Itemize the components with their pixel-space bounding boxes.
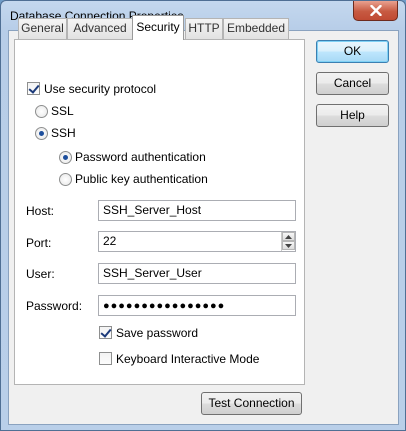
user-label: User:	[26, 267, 55, 281]
port-increment-button[interactable]	[282, 232, 295, 241]
password-input[interactable]: ●●●●●●●●●●●●●●●●	[98, 295, 296, 316]
port-input[interactable]: 22	[98, 231, 296, 252]
tab-advanced[interactable]: Advanced	[67, 18, 133, 39]
keyboard-interactive-checkbox[interactable]	[99, 352, 112, 365]
tab-panel-security: Use security protocol SSL SSH Password a…	[14, 39, 305, 415]
public-key-auth-label: Public key authentication	[75, 172, 208, 186]
keyboard-interactive-label: Keyboard Interactive Mode	[116, 352, 260, 366]
tab-http[interactable]: HTTP	[185, 18, 223, 39]
ok-button[interactable]: OK	[316, 40, 389, 63]
cancel-button[interactable]: Cancel	[316, 72, 389, 95]
password-label: Password:	[26, 299, 83, 313]
port-value: 22	[103, 234, 117, 248]
host-label: Host:	[26, 204, 55, 218]
use-security-protocol-checkbox[interactable]	[27, 82, 40, 95]
help-button[interactable]: Help	[316, 104, 389, 127]
test-connection-button[interactable]: Test Connection	[201, 392, 302, 415]
ssl-radio[interactable]	[35, 105, 48, 118]
close-icon	[369, 5, 382, 16]
tab-security[interactable]: Security	[132, 15, 184, 40]
chevron-up-icon	[285, 234, 292, 239]
chevron-down-icon	[285, 243, 292, 248]
password-auth-label: Password authentication	[75, 150, 206, 164]
password-mask: ●●●●●●●●●●●●●●●●	[103, 300, 226, 312]
ssh-label: SSH	[51, 126, 76, 140]
save-password-checkbox[interactable]	[99, 326, 112, 339]
port-spinner	[281, 232, 295, 251]
host-input[interactable]: SSH_Server_Host	[98, 200, 296, 221]
ssh-radio[interactable]	[35, 127, 48, 140]
port-decrement-button[interactable]	[282, 241, 295, 250]
ssl-label: SSL	[51, 104, 74, 118]
use-security-protocol-label: Use security protocol	[44, 82, 157, 96]
user-input[interactable]: SSH_Server_User	[98, 263, 296, 284]
tab-embedded[interactable]: Embedded	[223, 18, 289, 39]
tab-general[interactable]: General	[18, 18, 67, 39]
public-key-auth-radio[interactable]	[59, 173, 72, 186]
close-button[interactable]	[353, 1, 398, 21]
save-password-label: Save password	[116, 326, 199, 340]
port-label: Port:	[26, 236, 52, 250]
password-auth-radio[interactable]	[59, 151, 72, 164]
dialog-window: Database Connection Properties General A…	[0, 0, 406, 431]
